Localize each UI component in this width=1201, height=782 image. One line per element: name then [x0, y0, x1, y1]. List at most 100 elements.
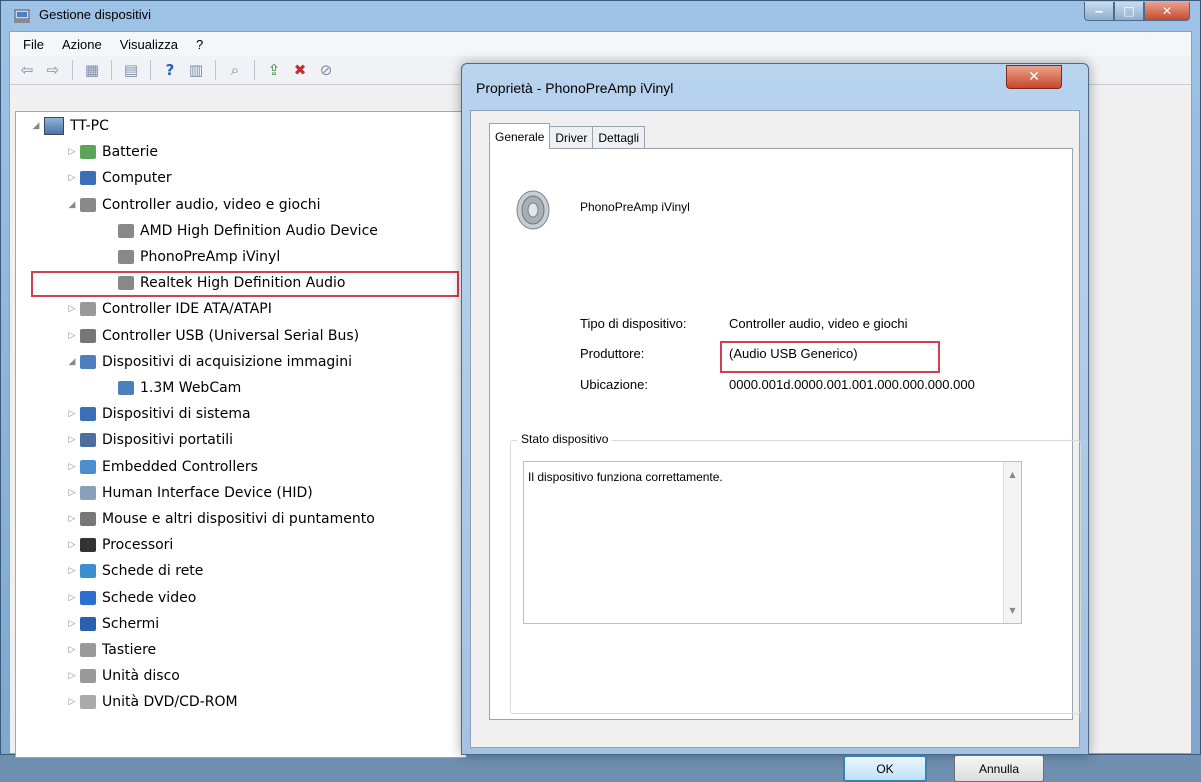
- tree-item-label: Unità disco: [102, 668, 180, 685]
- device-type-label: Tipo di dispositivo:: [580, 316, 687, 331]
- tree-item[interactable]: ▷ Tastiere: [66, 638, 157, 662]
- tree-item[interactable]: ▷ Human Interface Device (HID): [66, 481, 313, 505]
- device-category-icon: [80, 328, 96, 343]
- tree-item[interactable]: ▷ Schermi: [66, 612, 160, 636]
- tree-item-label: Controller USB (Universal Serial Bus): [102, 327, 360, 344]
- scroll-down-icon[interactable]: ▼: [1004, 602, 1021, 619]
- title-bar: Gestione dispositivi ‒ □ ✕: [1, 1, 1200, 31]
- device-category-icon: [80, 433, 96, 448]
- tree-item[interactable]: PhonoPreAmp iVinyl: [104, 245, 280, 269]
- tree-item[interactable]: ▷ Computer: [66, 166, 172, 190]
- properties-icon[interactable]: ▤: [120, 60, 142, 80]
- tree-item[interactable]: ◢ Dispositivi di acquisizione immagini: [66, 350, 352, 374]
- uninstall-icon[interactable]: ✖: [289, 60, 311, 80]
- device-status-textbox[interactable]: Il dispositivo funziona correttamente. ▲…: [523, 461, 1022, 624]
- tree-item-label: Human Interface Device (HID): [102, 484, 313, 501]
- expand-toggle-icon[interactable]: ◢: [66, 357, 78, 367]
- tree-item[interactable]: ▷ Batterie: [66, 140, 159, 164]
- scroll-up-icon[interactable]: ▲: [1004, 466, 1021, 483]
- menu-file[interactable]: File: [14, 37, 53, 52]
- tab-generale[interactable]: Generale: [489, 123, 551, 149]
- device-status-title: Stato dispositivo: [517, 432, 613, 446]
- tree-item-label: Dispositivi di sistema: [102, 406, 251, 423]
- dialog-close-button[interactable]: ✕: [1006, 65, 1062, 89]
- help-icon[interactable]: ?: [159, 60, 181, 80]
- tab-dettagli[interactable]: Dettagli: [592, 126, 646, 148]
- device-tree: ◢ TT-PC ▷ Batterie ▷ Computer ◢ Controller audi…: [15, 111, 466, 758]
- tree-item[interactable]: ▷ Processori: [66, 533, 174, 557]
- expand-toggle-icon[interactable]: ▷: [66, 514, 78, 524]
- expand-toggle-icon[interactable]: ▷: [66, 619, 78, 629]
- cancel-button[interactable]: Annulla: [954, 755, 1044, 782]
- menu-bar: File Azione Visualizza ?: [10, 32, 1191, 56]
- tree-item-label: 1.3M WebCam: [140, 380, 242, 396]
- expand-toggle-icon[interactable]: ▷: [66, 593, 78, 603]
- expand-toggle-icon[interactable]: ▷: [66, 173, 78, 183]
- tree-item[interactable]: ▷ Schede di rete: [66, 559, 204, 583]
- tree-item[interactable]: ▷ Controller USB (Universal Serial Bus): [66, 324, 360, 348]
- back-arrow-icon[interactable]: ⇦: [16, 60, 38, 80]
- collapse-icon[interactable]: ◢: [30, 121, 42, 131]
- tree-root-label: TT-PC: [70, 118, 109, 134]
- disable-icon[interactable]: ⊘: [315, 60, 337, 80]
- menu-visualizza[interactable]: Visualizza: [111, 37, 187, 52]
- minimize-button[interactable]: ‒: [1084, 2, 1114, 21]
- expand-toggle-icon[interactable]: ▷: [66, 331, 78, 341]
- tree-item[interactable]: ▷ Unità disco: [66, 664, 180, 688]
- view-icon[interactable]: ▦: [81, 60, 103, 80]
- expand-toggle-icon[interactable]: ▷: [66, 540, 78, 550]
- tree-item[interactable]: ▷ Embedded Controllers: [66, 455, 258, 479]
- expand-toggle-icon[interactable]: ▷: [66, 462, 78, 472]
- expand-toggle-icon[interactable]: ▷: [66, 435, 78, 445]
- device-category-icon: [80, 669, 96, 684]
- tree-item[interactable]: AMD High Definition Audio Device: [104, 219, 378, 243]
- tree-item[interactable]: ▷ Controller IDE ATA/ATAPI: [66, 297, 272, 321]
- status-scrollbar[interactable]: ▲ ▼: [1003, 462, 1021, 623]
- tree-item-label: Realtek High Definition Audio: [140, 275, 346, 292]
- device-status-text: Il dispositivo funziona correttamente.: [528, 470, 723, 484]
- tree-root[interactable]: ◢ TT-PC: [30, 114, 109, 138]
- tree-item-label: Tastiere: [102, 642, 157, 658]
- tree-item[interactable]: ◢ Controller audio, video e giochi: [66, 193, 321, 217]
- expand-toggle-icon[interactable]: ▷: [66, 671, 78, 681]
- highlight-box-manufacturer: [720, 341, 940, 373]
- device-category-icon: [80, 407, 96, 422]
- expand-toggle-icon[interactable]: ▷: [66, 147, 78, 157]
- forward-arrow-icon[interactable]: ⇨: [42, 60, 64, 80]
- computer-icon: [44, 117, 64, 135]
- expand-toggle-icon[interactable]: ▷: [66, 645, 78, 655]
- update-driver-icon[interactable]: ⇪: [263, 60, 285, 80]
- expand-toggle-icon[interactable]: ▷: [66, 409, 78, 419]
- tree-item-label: Schede video: [102, 589, 197, 606]
- ok-button[interactable]: OK: [843, 755, 927, 782]
- tree-item-label: Dispositivi portatili: [102, 432, 234, 449]
- tree-item[interactable]: ▷ Mouse e altri dispositivi di puntamento: [66, 507, 375, 531]
- device-category-icon: [118, 276, 134, 291]
- device-category-icon: [80, 485, 96, 500]
- location-label: Ubicazione:: [580, 377, 648, 392]
- expand-toggle-icon[interactable]: ◢: [66, 200, 78, 210]
- tree-item[interactable]: Realtek High Definition Audio: [104, 271, 346, 295]
- expand-toggle-icon[interactable]: ▷: [66, 566, 78, 576]
- close-button[interactable]: ✕: [1144, 2, 1190, 21]
- device-category-icon: [80, 538, 96, 553]
- tree-item[interactable]: ▷ Dispositivi di sistema: [66, 402, 251, 426]
- tree-item[interactable]: ▷ Unità DVD/CD-ROM: [66, 690, 238, 714]
- menu-help[interactable]: ?: [187, 37, 212, 52]
- tree-item[interactable]: ▷ Dispositivi portatili: [66, 428, 234, 452]
- tree-item[interactable]: ▷ Schede video: [66, 586, 197, 610]
- expand-toggle-icon[interactable]: ▷: [66, 488, 78, 498]
- menu-azione[interactable]: Azione: [53, 37, 111, 52]
- maximize-button[interactable]: □: [1114, 2, 1144, 21]
- device-category-icon: [80, 512, 96, 526]
- tab-driver[interactable]: Driver: [549, 126, 594, 148]
- tree-item[interactable]: 1.3M WebCam: [104, 376, 241, 400]
- device-name: PhonoPreAmp iVinyl: [580, 200, 690, 214]
- scan-hardware-icon[interactable]: ⌕: [224, 60, 246, 80]
- view-resources-icon[interactable]: ▥: [185, 60, 207, 80]
- expand-toggle-icon[interactable]: ▷: [66, 304, 78, 314]
- dialog-title: Proprietà - PhonoPreAmp iVinyl: [476, 80, 674, 96]
- expand-toggle-icon[interactable]: ▷: [66, 697, 78, 707]
- tree-item-label: Mouse e altri dispositivi di puntamento: [102, 511, 375, 527]
- tree-item-label: Dispositivi di acquisizione immagini: [102, 353, 352, 370]
